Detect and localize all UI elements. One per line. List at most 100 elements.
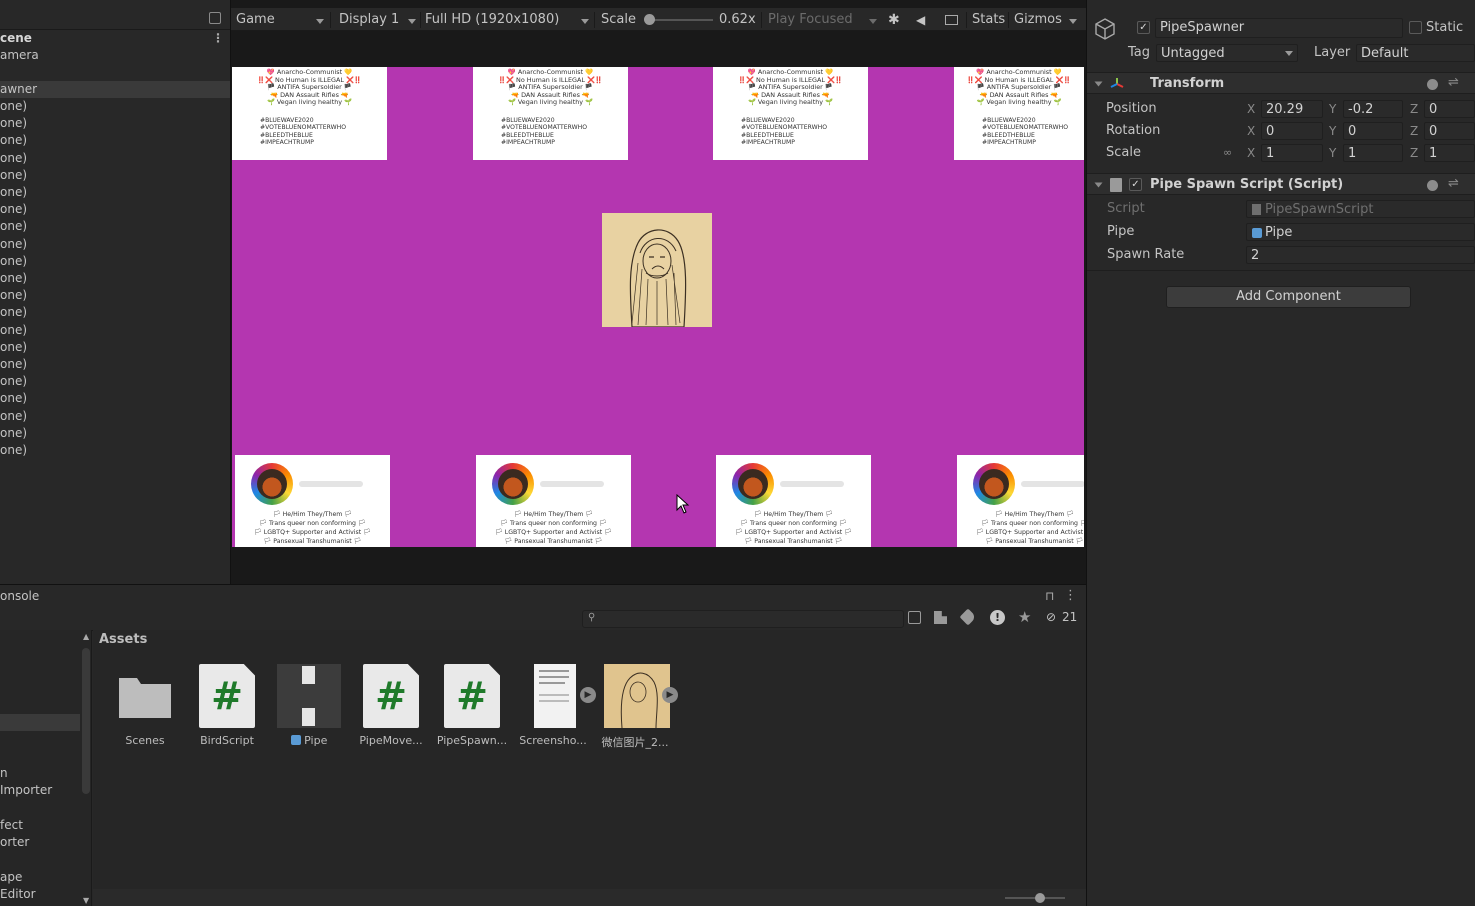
sidebar-item[interactable]: n xyxy=(0,766,8,780)
static-checkbox[interactable] xyxy=(1409,21,1422,34)
bird-portrait-sprite xyxy=(602,213,712,327)
hierarchy-item-pipe-clone[interactable]: one) xyxy=(0,115,230,132)
add-component-button[interactable]: Add Component xyxy=(1166,286,1411,308)
hierarchy-item-pipe-clone[interactable]: one) xyxy=(0,339,230,356)
rotation-z-field[interactable]: 0 xyxy=(1424,122,1475,140)
hierarchy-item-pipe-clone[interactable]: one) xyxy=(0,184,230,201)
position-z-field[interactable]: 0 xyxy=(1424,100,1475,118)
scroll-up-icon[interactable]: ▲ xyxy=(83,632,89,641)
card-hashtag: #BLEEDTHEBLUE xyxy=(260,131,313,139)
label-tag-icon[interactable] xyxy=(959,608,977,626)
presets-icon[interactable]: ⇌ xyxy=(1448,176,1459,191)
lock-icon[interactable]: ⊓ xyxy=(1045,589,1054,603)
presets-icon[interactable]: ⇌ xyxy=(1448,75,1459,90)
hierarchy-scene-root[interactable]: cene ⋮ xyxy=(0,30,230,47)
hierarchy-item-pipe-clone[interactable]: one) xyxy=(0,287,230,304)
sidebar-item[interactable]: Editor xyxy=(0,887,36,901)
asset-pipespawn-script[interactable]: # PipeSpawn... xyxy=(433,664,511,754)
hierarchy-item-pipe-clone[interactable]: one) xyxy=(0,253,230,270)
filter-icon[interactable] xyxy=(934,611,947,624)
hierarchy-item-pipe-clone[interactable]: one) xyxy=(0,304,230,321)
hierarchy-item-pipe-clone[interactable]: one) xyxy=(0,390,230,407)
hierarchy-item-pipe-clone[interactable]: one) xyxy=(0,356,230,373)
sidebar-item[interactable]: Importer xyxy=(0,783,52,797)
position-y-field[interactable]: -0.2 xyxy=(1343,100,1403,118)
favorite-star-icon[interactable]: ★ xyxy=(1018,608,1031,626)
grid-icon[interactable] xyxy=(945,15,958,25)
transform-header[interactable]: Transform ⇌ xyxy=(1087,72,1475,94)
hierarchy-item-pipe-clone[interactable]: one) xyxy=(0,442,230,459)
axis-x-label: X xyxy=(1247,146,1256,160)
hierarchy-item-pipe-clone[interactable]: one) xyxy=(0,98,230,115)
sidebar-item[interactable]: fect xyxy=(0,818,23,832)
assets-breadcrumb[interactable]: Assets xyxy=(99,632,147,647)
play-mode-dropdown[interactable]: Play Focused xyxy=(768,11,853,29)
axis-x-label: X xyxy=(1247,124,1256,138)
tag-dropdown[interactable]: Untagged xyxy=(1156,44,1298,62)
expand-arrow-icon[interactable]: ▶ xyxy=(662,687,678,703)
help-icon[interactable] xyxy=(1427,180,1438,191)
rotation-x-field[interactable]: 0 xyxy=(1261,122,1323,140)
active-checkbox[interactable]: ✓ xyxy=(1137,21,1150,34)
pipe-object-field[interactable]: Pipe xyxy=(1246,223,1475,241)
position-x-field[interactable]: 20.29 xyxy=(1261,100,1323,118)
hierarchy-item-pipe-clone[interactable]: one) xyxy=(0,201,230,218)
hierarchy-item-pipe-clone[interactable]: one) xyxy=(0,218,230,235)
console-tab[interactable]: onsole xyxy=(0,589,39,603)
asset-wechat-image[interactable]: ▶ 微信图片_2... xyxy=(596,664,678,754)
layer-dropdown[interactable]: Default xyxy=(1356,44,1475,62)
gizmos-button[interactable]: Gizmos xyxy=(1014,11,1062,29)
asset-search-input[interactable]: ⚲ xyxy=(582,610,904,628)
scrollbar[interactable] xyxy=(82,648,90,794)
hierarchy-item-pipe-clone[interactable]: one) xyxy=(0,132,230,149)
info-icon[interactable]: ! xyxy=(990,610,1005,625)
transform-title: Transform xyxy=(1150,76,1225,91)
bug-icon[interactable]: ✱ xyxy=(888,11,900,29)
sidebar-item[interactable]: orter xyxy=(0,835,29,849)
hierarchy-item-pipe-clone[interactable]: one) xyxy=(0,150,230,167)
asset-pipemove-script[interactable]: # PipeMove... xyxy=(352,664,430,754)
spawn-rate-field[interactable]: 2 xyxy=(1246,246,1475,264)
object-name-field[interactable]: PipeSpawner xyxy=(1155,18,1403,38)
divider xyxy=(594,12,595,28)
hierarchy-item-pipe-clone[interactable]: one) xyxy=(0,373,230,390)
hierarchy-item-pipe-clone[interactable]: one) xyxy=(0,322,230,339)
hidden-packages-icon[interactable]: ⊘ xyxy=(1046,610,1056,624)
scale-slider-track[interactable] xyxy=(651,19,713,21)
pipe-spawn-script-header[interactable]: ✓ Pipe Spawn Script (Script) ⇌ xyxy=(1087,173,1475,195)
help-icon[interactable] xyxy=(1427,79,1438,90)
hierarchy-item-pipe-clone[interactable]: one) xyxy=(0,236,230,253)
asset-birdscript[interactable]: # BirdScript xyxy=(188,664,266,754)
resolution-dropdown[interactable]: Full HD (1920x1080) xyxy=(425,11,559,29)
game-view-dropdown[interactable]: Game xyxy=(236,11,275,29)
scale-slider-handle[interactable] xyxy=(644,14,655,25)
selected-folder-row[interactable] xyxy=(0,714,80,731)
more-options-icon[interactable]: ⋮ xyxy=(212,30,224,47)
component-enabled-checkbox[interactable]: ✓ xyxy=(1129,178,1142,191)
search-icon[interactable] xyxy=(209,12,221,24)
more-options-icon[interactable]: ⋮ xyxy=(1064,588,1077,603)
asset-screenshot-image[interactable]: ▶ Screensho... xyxy=(514,664,596,754)
scale-y-field[interactable]: 1 xyxy=(1343,144,1403,162)
display-dropdown[interactable]: Display 1 xyxy=(339,11,399,29)
scroll-down-icon[interactable]: ▼ xyxy=(83,896,89,905)
link-icon[interactable]: ∞ xyxy=(1223,146,1232,159)
rotation-y-field[interactable]: 0 xyxy=(1343,122,1403,140)
expand-arrow-icon[interactable]: ▶ xyxy=(580,687,596,703)
asset-scenes-folder[interactable]: Scenes xyxy=(106,664,184,754)
asset-pipe-prefab[interactable]: Pipe xyxy=(270,664,348,754)
hierarchy-item-pipe-clone[interactable]: one) xyxy=(0,425,230,442)
hierarchy-item-pipe-clone[interactable]: one) xyxy=(0,270,230,287)
axis-y-label: Y xyxy=(1329,146,1337,160)
search-by-type-icon[interactable] xyxy=(908,611,921,624)
zoom-slider-handle[interactable] xyxy=(1035,893,1045,903)
hierarchy-item-camera[interactable]: amera xyxy=(0,47,230,64)
hierarchy-item-pipespawner[interactable]: awner xyxy=(0,81,230,98)
scale-z-field[interactable]: 1 xyxy=(1424,144,1475,162)
hierarchy-item-pipe-clone[interactable]: one) xyxy=(0,408,230,425)
sidebar-item[interactable]: ape xyxy=(0,870,22,884)
scale-x-field[interactable]: 1 xyxy=(1261,144,1323,162)
audio-icon[interactable]: ◀ xyxy=(916,11,925,29)
stats-button[interactable]: Stats xyxy=(972,11,1005,29)
hierarchy-item-pipe-clone[interactable]: one) xyxy=(0,167,230,184)
